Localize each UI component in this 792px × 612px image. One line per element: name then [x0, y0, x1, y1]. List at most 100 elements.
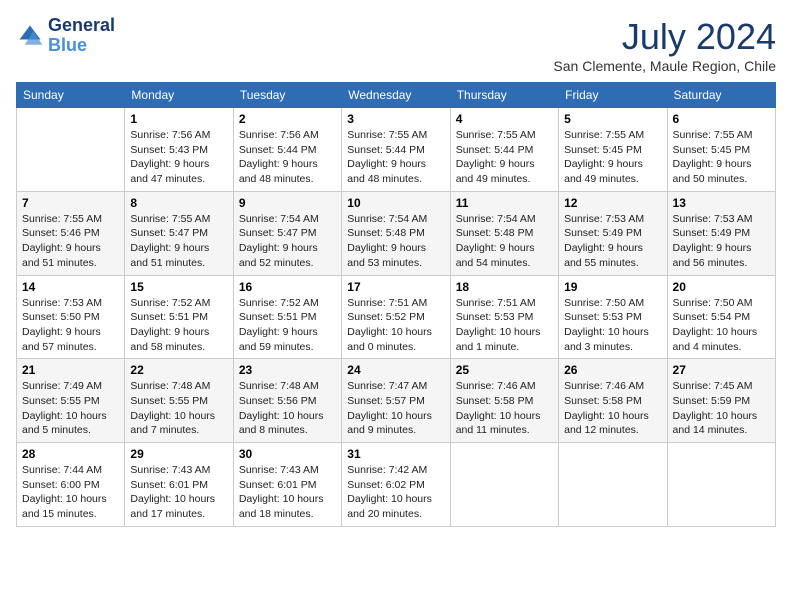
calendar-header-friday: Friday — [559, 83, 667, 108]
calendar-day-28: 28 Sunrise: 7:44 AM Sunset: 6:00 PM Dayli… — [17, 443, 125, 527]
day-info: Sunrise: 7:44 AM Sunset: 6:00 PM Dayligh… — [22, 463, 119, 522]
day-info: Sunrise: 7:46 AM Sunset: 5:58 PM Dayligh… — [456, 379, 553, 438]
location-subtitle: San Clemente, Maule Region, Chile — [553, 58, 776, 74]
title-section: July 2024 San Clemente, Maule Region, Ch… — [553, 16, 776, 74]
day-info: Sunrise: 7:52 AM Sunset: 5:51 PM Dayligh… — [239, 296, 336, 355]
day-number: 24 — [347, 363, 444, 377]
calendar-week-row: 7 Sunrise: 7:55 AM Sunset: 5:46 PM Daylig… — [17, 191, 776, 275]
day-number: 26 — [564, 363, 661, 377]
calendar-day-5: 5 Sunrise: 7:55 AM Sunset: 5:45 PM Daylig… — [559, 108, 667, 192]
day-info: Sunrise: 7:47 AM Sunset: 5:57 PM Dayligh… — [347, 379, 444, 438]
calendar-empty-cell — [667, 443, 775, 527]
day-number: 3 — [347, 112, 444, 126]
month-title: July 2024 — [553, 16, 776, 58]
calendar-day-13: 13Sunrise: 7:53 AM Sunset: 5:49 PM Dayli… — [667, 191, 775, 275]
calendar-day-19: 19Sunrise: 7:50 AM Sunset: 5:53 PM Dayli… — [559, 275, 667, 359]
day-number: 15 — [130, 280, 227, 294]
calendar-day-9: 9 Sunrise: 7:54 AM Sunset: 5:47 PM Daylig… — [233, 191, 341, 275]
calendar-empty-cell — [17, 108, 125, 192]
day-info: Sunrise: 7:55 AM Sunset: 5:45 PM Dayligh… — [673, 128, 770, 187]
calendar-header-wednesday: Wednesday — [342, 83, 450, 108]
calendar-day-17: 17Sunrise: 7:51 AM Sunset: 5:52 PM Dayli… — [342, 275, 450, 359]
calendar-day-4: 4 Sunrise: 7:55 AM Sunset: 5:44 PM Daylig… — [450, 108, 558, 192]
day-info: Sunrise: 7:55 AM Sunset: 5:44 PM Dayligh… — [456, 128, 553, 187]
calendar-header-saturday: Saturday — [667, 83, 775, 108]
calendar-week-row: 21 Sunrise: 7:49 AM Sunset: 5:55 PM Dayli… — [17, 359, 776, 443]
calendar-day-11: 11Sunrise: 7:54 AM Sunset: 5:48 PM Dayli… — [450, 191, 558, 275]
calendar-header-row: SundayMondayTuesdayWednesdayThursdayFrid… — [17, 83, 776, 108]
day-number: 2 — [239, 112, 336, 126]
day-number: 11 — [456, 196, 553, 210]
calendar-week-row: 1 Sunrise: 7:56 AM Sunset: 5:43 PM Daylig… — [17, 108, 776, 192]
calendar-week-row: 14 Sunrise: 7:53 AM Sunset: 5:50 PM Dayli… — [17, 275, 776, 359]
day-number: 4 — [456, 112, 553, 126]
calendar-day-22: 22 Sunrise: 7:48 AM Sunset: 5:55 PM Dayli… — [125, 359, 233, 443]
logo-icon — [16, 22, 44, 50]
day-info: Sunrise: 7:42 AM Sunset: 6:02 PM Dayligh… — [347, 463, 444, 522]
day-number: 16 — [239, 280, 336, 294]
calendar-header-thursday: Thursday — [450, 83, 558, 108]
day-number: 14 — [22, 280, 119, 294]
day-number: 20 — [673, 280, 770, 294]
calendar-header-sunday: Sunday — [17, 83, 125, 108]
day-info: Sunrise: 7:54 AM Sunset: 5:48 PM Dayligh… — [347, 212, 444, 271]
calendar-day-29: 29Sunrise: 7:43 AM Sunset: 6:01 PM Dayli… — [125, 443, 233, 527]
day-number: 17 — [347, 280, 444, 294]
calendar-empty-cell — [559, 443, 667, 527]
day-number: 28 — [22, 447, 119, 461]
calendar-day-23: 23 Sunrise: 7:48 AM Sunset: 5:56 PM Dayli… — [233, 359, 341, 443]
calendar-day-26: 26 Sunrise: 7:46 AM Sunset: 5:58 PM Dayli… — [559, 359, 667, 443]
day-info: Sunrise: 7:48 AM Sunset: 5:55 PM Dayligh… — [130, 379, 227, 438]
calendar-day-20: 20 Sunrise: 7:50 AM Sunset: 5:54 PM Dayli… — [667, 275, 775, 359]
day-info: Sunrise: 7:50 AM Sunset: 5:53 PM Dayligh… — [564, 296, 661, 355]
day-number: 23 — [239, 363, 336, 377]
calendar-table: SundayMondayTuesdayWednesdayThursdayFrid… — [16, 82, 776, 527]
day-number: 12 — [564, 196, 661, 210]
calendar-day-15: 15 Sunrise: 7:52 AM Sunset: 5:51 PM Dayli… — [125, 275, 233, 359]
day-number: 25 — [456, 363, 553, 377]
calendar-day-31: 31 Sunrise: 7:42 AM Sunset: 6:02 PM Dayli… — [342, 443, 450, 527]
calendar-day-3: 3Sunrise: 7:55 AM Sunset: 5:44 PM Daylig… — [342, 108, 450, 192]
day-info: Sunrise: 7:50 AM Sunset: 5:54 PM Dayligh… — [673, 296, 770, 355]
day-info: Sunrise: 7:53 AM Sunset: 5:49 PM Dayligh… — [564, 212, 661, 271]
day-number: 27 — [673, 363, 770, 377]
calendar-day-24: 24 Sunrise: 7:47 AM Sunset: 5:57 PM Dayli… — [342, 359, 450, 443]
page-header: General Blue July 2024 San Clemente, Mau… — [16, 16, 776, 74]
day-info: Sunrise: 7:48 AM Sunset: 5:56 PM Dayligh… — [239, 379, 336, 438]
day-number: 22 — [130, 363, 227, 377]
day-info: Sunrise: 7:55 AM Sunset: 5:46 PM Dayligh… — [22, 212, 119, 271]
day-info: Sunrise: 7:49 AM Sunset: 5:55 PM Dayligh… — [22, 379, 119, 438]
day-number: 31 — [347, 447, 444, 461]
calendar-day-30: 30Sunrise: 7:43 AM Sunset: 6:01 PM Dayli… — [233, 443, 341, 527]
day-number: 29 — [130, 447, 227, 461]
day-info: Sunrise: 7:52 AM Sunset: 5:51 PM Dayligh… — [130, 296, 227, 355]
day-info: Sunrise: 7:56 AM Sunset: 5:43 PM Dayligh… — [130, 128, 227, 187]
calendar-day-8: 8Sunrise: 7:55 AM Sunset: 5:47 PM Daylig… — [125, 191, 233, 275]
day-info: Sunrise: 7:56 AM Sunset: 5:44 PM Dayligh… — [239, 128, 336, 187]
day-number: 7 — [22, 196, 119, 210]
calendar-day-21: 21 Sunrise: 7:49 AM Sunset: 5:55 PM Dayli… — [17, 359, 125, 443]
day-info: Sunrise: 7:46 AM Sunset: 5:58 PM Dayligh… — [564, 379, 661, 438]
day-info: Sunrise: 7:54 AM Sunset: 5:47 PM Dayligh… — [239, 212, 336, 271]
day-number: 1 — [130, 112, 227, 126]
logo: General Blue — [16, 16, 115, 56]
day-info: Sunrise: 7:51 AM Sunset: 5:53 PM Dayligh… — [456, 296, 553, 355]
day-info: Sunrise: 7:55 AM Sunset: 5:47 PM Dayligh… — [130, 212, 227, 271]
calendar-day-16: 16 Sunrise: 7:52 AM Sunset: 5:51 PM Dayli… — [233, 275, 341, 359]
day-number: 6 — [673, 112, 770, 126]
calendar-header-tuesday: Tuesday — [233, 83, 341, 108]
day-info: Sunrise: 7:53 AM Sunset: 5:50 PM Dayligh… — [22, 296, 119, 355]
calendar-day-7: 7 Sunrise: 7:55 AM Sunset: 5:46 PM Daylig… — [17, 191, 125, 275]
day-number: 5 — [564, 112, 661, 126]
day-number: 18 — [456, 280, 553, 294]
day-info: Sunrise: 7:55 AM Sunset: 5:45 PM Dayligh… — [564, 128, 661, 187]
day-number: 21 — [22, 363, 119, 377]
calendar-day-18: 18 Sunrise: 7:51 AM Sunset: 5:53 PM Dayli… — [450, 275, 558, 359]
calendar-day-25: 25 Sunrise: 7:46 AM Sunset: 5:58 PM Dayli… — [450, 359, 558, 443]
calendar-day-27: 27Sunrise: 7:45 AM Sunset: 5:59 PM Dayli… — [667, 359, 775, 443]
day-number: 9 — [239, 196, 336, 210]
calendar-week-row: 28 Sunrise: 7:44 AM Sunset: 6:00 PM Dayli… — [17, 443, 776, 527]
day-info: Sunrise: 7:43 AM Sunset: 6:01 PM Dayligh… — [239, 463, 336, 522]
calendar-day-14: 14 Sunrise: 7:53 AM Sunset: 5:50 PM Dayli… — [17, 275, 125, 359]
calendar-day-2: 2 Sunrise: 7:56 AM Sunset: 5:44 PM Daylig… — [233, 108, 341, 192]
